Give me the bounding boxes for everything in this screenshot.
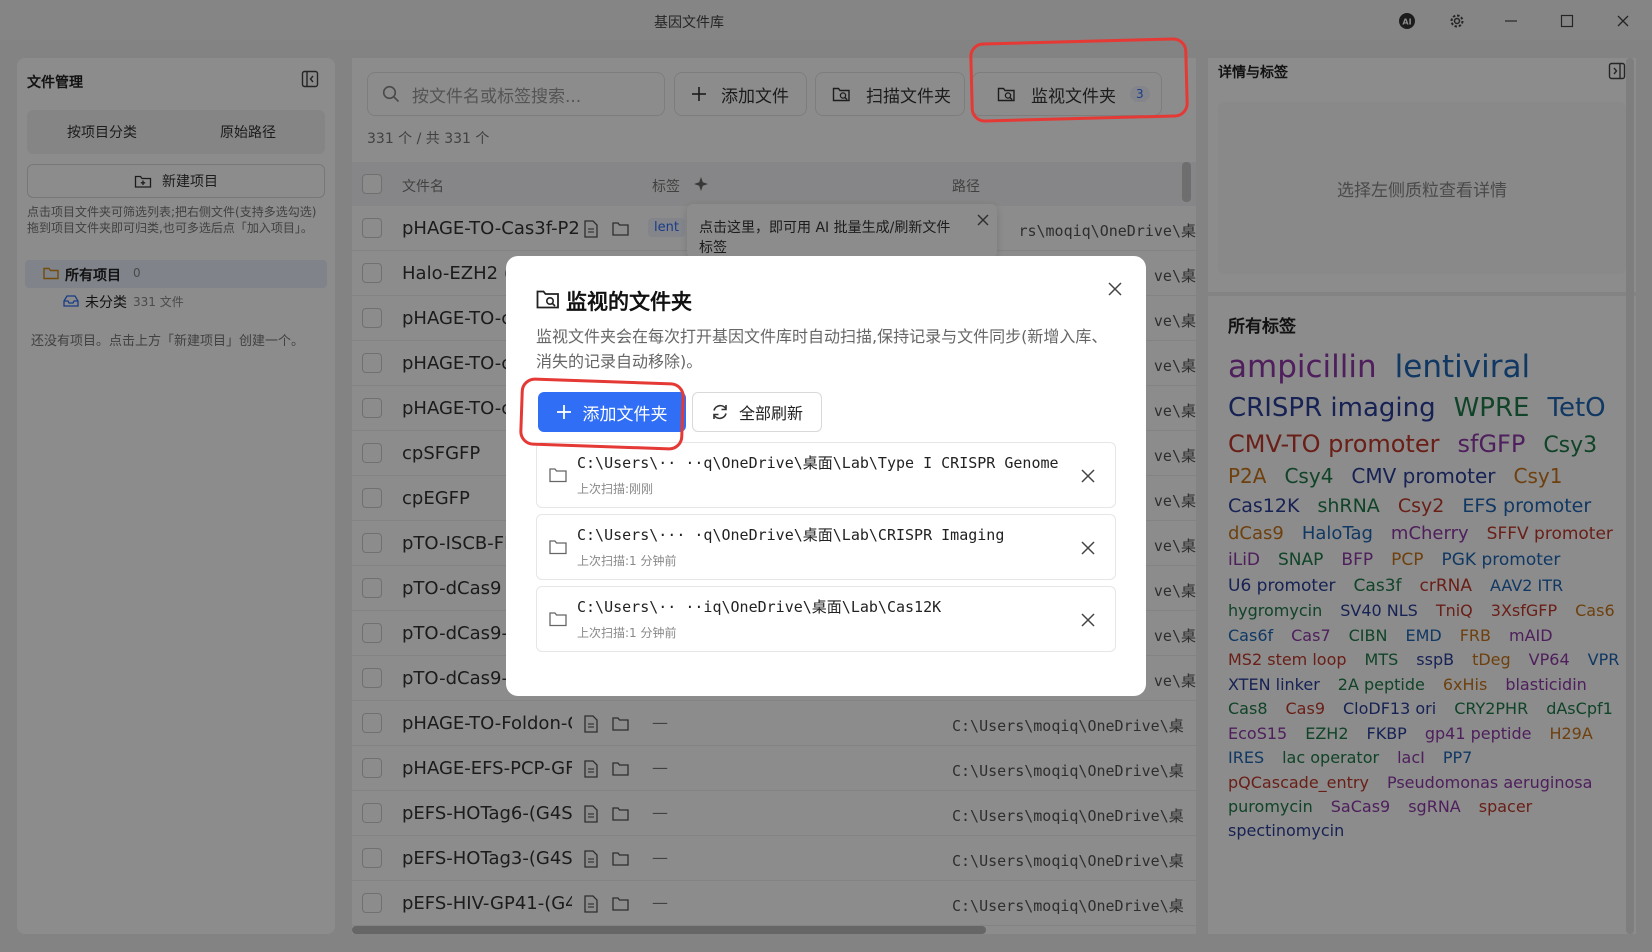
watched-folder-item[interactable]: C:\Users\·· ··iq\OneDrive\桌面\Lab\Cas12K 上… bbox=[536, 586, 1116, 652]
folder-icon bbox=[549, 540, 567, 555]
annotation-circle-add-folder bbox=[518, 377, 686, 451]
last-scan-text: 上次扫描:1 分钟前 bbox=[577, 626, 677, 640]
dialog-description: 监视文件夹会在每次打开基因文件库时自动扫描,保持记录与文件同步(新增入库、消失的… bbox=[536, 327, 1108, 371]
folder-path: C:\Users\·· ··q\OneDrive\桌面\Lab\Type I C… bbox=[577, 454, 1059, 472]
folder-icon bbox=[549, 612, 567, 627]
refresh-all-button[interactable]: 全部刷新 bbox=[692, 392, 822, 432]
watched-folder-item[interactable]: C:\Users\·· ··q\OneDrive\桌面\Lab\Type I C… bbox=[536, 442, 1116, 508]
close-icon[interactable] bbox=[1081, 469, 1095, 483]
folder-icon bbox=[549, 468, 567, 483]
folder-watch-icon bbox=[536, 290, 559, 309]
close-icon[interactable] bbox=[1108, 282, 1122, 296]
last-scan-text: 上次扫描:刚刚 bbox=[577, 482, 654, 496]
watched-folder-item[interactable]: C:\Users\··· ·q\OneDrive\桌面\Lab\CRISPR I… bbox=[536, 514, 1116, 580]
refresh-all-label: 全部刷新 bbox=[738, 404, 803, 423]
close-icon[interactable] bbox=[1081, 613, 1095, 627]
last-scan-text: 上次扫描:1 分钟前 bbox=[577, 554, 677, 568]
refresh-icon bbox=[713, 404, 727, 420]
watched-folders-dialog: 监视的文件夹 监视文件夹会在每次打开基因文件库时自动扫描,保持记录与文件同步(新… bbox=[506, 256, 1146, 696]
folder-path: C:\Users\·· ··iq\OneDrive\桌面\Lab\Cas12K bbox=[577, 598, 942, 616]
folder-path: C:\Users\··· ·q\OneDrive\桌面\Lab\CRISPR I… bbox=[577, 526, 1005, 544]
dialog-title: 监视的文件夹 bbox=[566, 290, 692, 314]
annotation-circle-watch bbox=[968, 37, 1190, 123]
close-icon[interactable] bbox=[1081, 541, 1095, 555]
